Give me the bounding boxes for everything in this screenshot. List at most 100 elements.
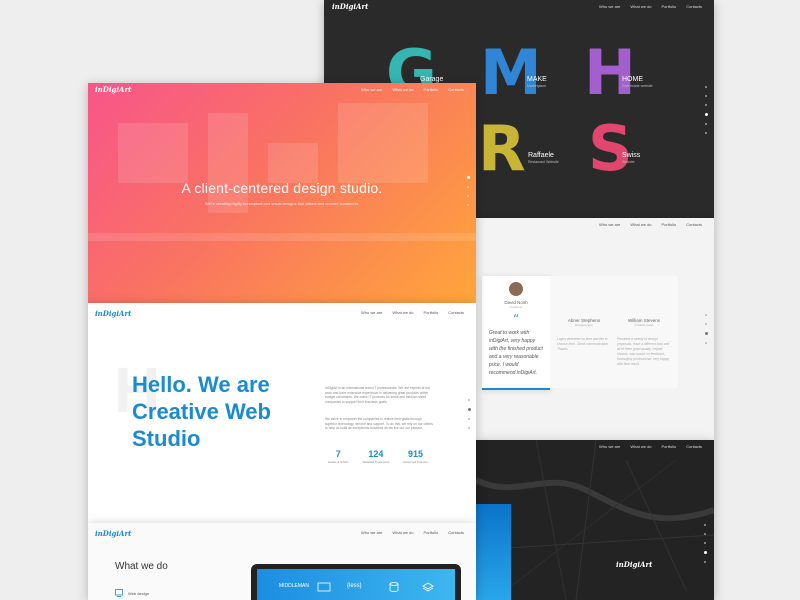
dot[interactable] bbox=[704, 561, 706, 563]
nav-portfolio[interactable]: Portfolio bbox=[424, 310, 439, 315]
project-title: Swiss Website bbox=[622, 152, 641, 164]
dot[interactable] bbox=[705, 104, 707, 106]
section-dots bbox=[467, 176, 470, 206]
dot-active[interactable] bbox=[468, 408, 471, 411]
contact-panel bbox=[476, 504, 511, 600]
testimonial-card[interactable]: William Stevens Creative Lead Provided a… bbox=[610, 276, 678, 388]
nav-portfolio[interactable]: Portfolio bbox=[424, 530, 439, 535]
testimonial-quote: Provided a variety of design proposals, … bbox=[617, 337, 670, 366]
stat-value: 7 bbox=[335, 449, 341, 459]
stat-item: 124 Satisfied Customers bbox=[363, 449, 390, 464]
dot[interactable] bbox=[705, 342, 707, 344]
project-letter: R bbox=[478, 112, 526, 185]
section-dots bbox=[468, 399, 471, 429]
logo[interactable]: inDigiArt bbox=[332, 2, 368, 11]
logo[interactable]: inDigiArt bbox=[95, 85, 131, 94]
testimonial-card-active[interactable]: David Nosh Customer “ Great to work with… bbox=[482, 276, 550, 390]
testimonial-card[interactable]: Abner Stephens Entrepreneur Logos delive… bbox=[550, 276, 618, 388]
testimonial-quote: Great to work with inDigiArt, very happy… bbox=[489, 330, 543, 376]
dot[interactable] bbox=[468, 418, 470, 420]
project-subtitle: Marketplace bbox=[527, 84, 547, 88]
services-section: inDigiArt Who we are What we do Portfoli… bbox=[88, 523, 476, 600]
web-design-icon bbox=[115, 589, 123, 597]
dot[interactable] bbox=[704, 524, 706, 526]
nav-contacts[interactable]: Contacts bbox=[448, 310, 464, 315]
hero-section: inDigiArt Who we are What we do Portfoli… bbox=[88, 83, 476, 303]
dot[interactable] bbox=[704, 542, 706, 544]
top-nav: Who we are What we do Portfolio Contacts bbox=[599, 222, 702, 227]
dot[interactable] bbox=[467, 204, 469, 206]
nav-what-we-do[interactable]: What we do bbox=[392, 530, 413, 535]
stat-label: Delivered Projects bbox=[403, 460, 428, 464]
quote-icon: “ bbox=[512, 312, 520, 326]
testimonial-quote: Logos delivered on time and fair to choo… bbox=[557, 337, 610, 351]
section-dots bbox=[705, 86, 708, 134]
service-label: Web design bbox=[128, 590, 150, 596]
nav-contacts[interactable]: Contacts bbox=[686, 4, 702, 9]
dot[interactable] bbox=[705, 123, 707, 125]
dot-active[interactable] bbox=[467, 176, 470, 179]
nav-who-we-are[interactable]: Who we are bbox=[599, 4, 620, 9]
dot[interactable] bbox=[468, 399, 470, 401]
hero-subtitle: We're creating highly conceptual and vis… bbox=[204, 201, 360, 206]
dot[interactable] bbox=[705, 314, 707, 316]
top-nav: Who we are What we do Portfolio Contacts bbox=[361, 310, 464, 315]
nav-contacts[interactable]: Contacts bbox=[448, 87, 464, 92]
nav-contacts[interactable]: Contacts bbox=[686, 222, 702, 227]
dot-active[interactable] bbox=[705, 332, 708, 335]
dot[interactable] bbox=[705, 132, 707, 134]
about-paragraph: inDigiArt is an international team IT pr… bbox=[325, 386, 431, 404]
dot[interactable] bbox=[468, 427, 470, 429]
laptop-screen: MIDDLEMAN {less} bbox=[257, 569, 455, 600]
avatar bbox=[509, 282, 523, 296]
nav-contacts[interactable]: Contacts bbox=[448, 530, 464, 535]
testimonial-role: Creative Lead bbox=[634, 323, 654, 327]
project-title: HOME Real estate website bbox=[622, 76, 653, 88]
nav-portfolio[interactable]: Portfolio bbox=[662, 4, 677, 9]
dot[interactable] bbox=[705, 86, 707, 88]
nav-what-we-do[interactable]: What we do bbox=[630, 4, 651, 9]
nav-who-we-are[interactable]: Who we are bbox=[599, 222, 620, 227]
section-dots bbox=[704, 524, 707, 563]
stat-item: 7 Geeks & Artists bbox=[328, 449, 349, 464]
logo[interactable]: inDigiArt bbox=[95, 309, 131, 318]
dot[interactable] bbox=[705, 323, 707, 325]
nav-who-we-are[interactable]: Who we are bbox=[361, 530, 382, 535]
nav-who-we-are[interactable]: Who we are bbox=[361, 87, 382, 92]
project-letter: H bbox=[584, 36, 636, 109]
nav-what-we-do[interactable]: What we do bbox=[392, 87, 413, 92]
project-subtitle: Restaurant Website bbox=[528, 160, 559, 164]
logo[interactable]: inDigiArt bbox=[95, 529, 131, 538]
laptop-mockup: MIDDLEMAN {less} bbox=[251, 564, 461, 600]
stat-value: 124 bbox=[368, 449, 384, 459]
services-heading: What we do bbox=[115, 561, 168, 572]
map-marker-logo[interactable]: inDigiArt bbox=[616, 560, 652, 569]
testimonial-role: Entrepreneur bbox=[575, 323, 593, 327]
tech-logo: {less} bbox=[347, 583, 362, 589]
nav-who-we-are[interactable]: Who we are bbox=[361, 310, 382, 315]
project-letter: S bbox=[588, 112, 633, 185]
dot-active[interactable] bbox=[704, 551, 707, 554]
city-map[interactable] bbox=[476, 440, 714, 600]
hero-title: A client-centered design studio. bbox=[181, 180, 383, 196]
dot[interactable] bbox=[705, 95, 707, 97]
nav-portfolio[interactable]: Portfolio bbox=[424, 87, 439, 92]
stats-row: 7 Geeks & Artists 124 Satisfied Customer… bbox=[328, 449, 428, 464]
stat-label: Satisfied Customers bbox=[362, 460, 390, 464]
testimonial-role: Customer bbox=[509, 305, 523, 309]
layers-icon bbox=[422, 582, 434, 592]
nav-what-we-do[interactable]: What we do bbox=[392, 310, 413, 315]
database-icon bbox=[389, 582, 399, 592]
dot[interactable] bbox=[704, 533, 706, 535]
dot-active[interactable] bbox=[705, 113, 708, 116]
nav-portfolio[interactable]: Portfolio bbox=[662, 222, 677, 227]
tech-logo: MIDDLEMAN bbox=[279, 583, 310, 589]
dot[interactable] bbox=[467, 195, 469, 197]
nav-what-we-do[interactable]: What we do bbox=[630, 222, 651, 227]
dot[interactable] bbox=[467, 186, 469, 188]
about-paragraph: We strive to empower the companies to re… bbox=[325, 417, 433, 431]
about-section: inDigiArt Who we are What we do Portfoli… bbox=[88, 303, 476, 523]
service-item[interactable]: Web design bbox=[115, 589, 149, 597]
code-icon bbox=[317, 582, 331, 592]
about-heading: Hello. We are Creative Web Studio bbox=[132, 372, 271, 451]
